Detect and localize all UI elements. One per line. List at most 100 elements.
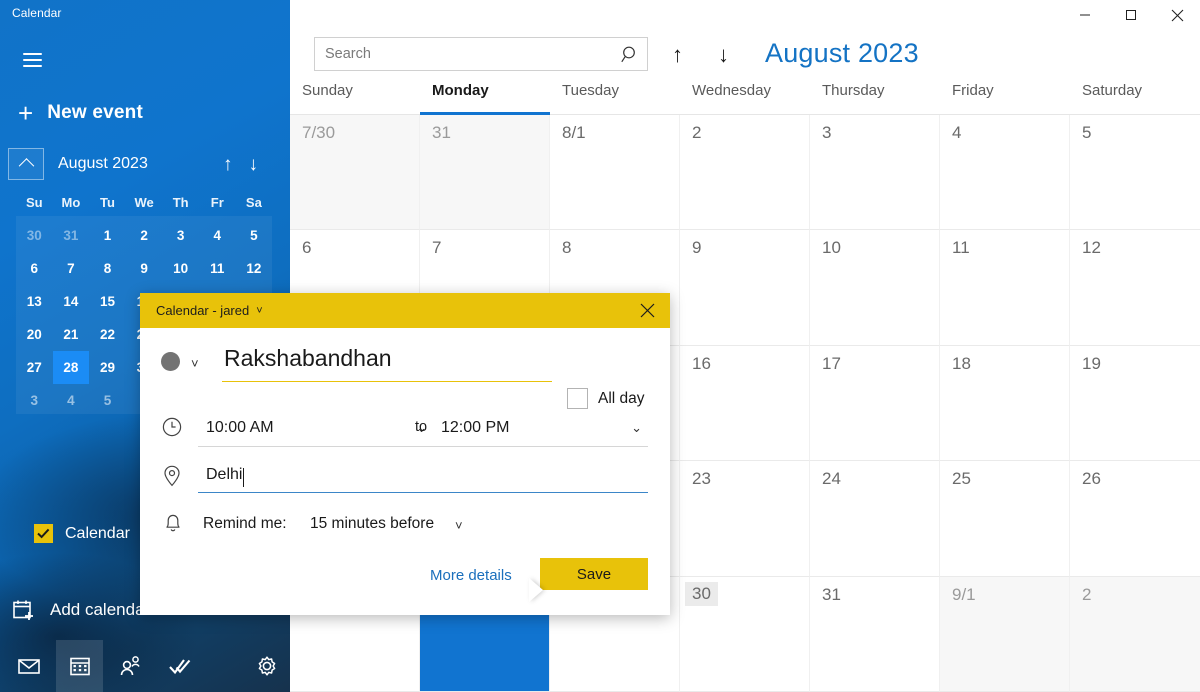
calendar-toolbar: ↑ ↓ August 2023 Today ••• bbox=[290, 30, 1200, 82]
day-header-monday[interactable]: Monday bbox=[420, 82, 550, 115]
day-cell[interactable]: 26 bbox=[1070, 461, 1200, 577]
day-cell[interactable]: 12 bbox=[1070, 230, 1200, 346]
day-cell[interactable]: 8/1 bbox=[550, 115, 680, 231]
next-period-button[interactable]: ↓ bbox=[718, 44, 729, 66]
day-cell[interactable]: 11 bbox=[940, 230, 1070, 346]
mini-cal-day[interactable]: 6 bbox=[16, 252, 53, 285]
day-cell[interactable]: 7/30 bbox=[290, 115, 420, 231]
add-calendars-button[interactable]: Add calendars bbox=[12, 598, 159, 622]
arrow-down-icon[interactable]: ↓ bbox=[249, 155, 259, 174]
mini-cal-day[interactable]: 3 bbox=[162, 219, 199, 252]
calendar-toggle[interactable]: Calendar bbox=[34, 524, 130, 543]
mini-cal-day[interactable]: 14 bbox=[53, 285, 90, 318]
day-cell[interactable]: 17 bbox=[810, 345, 940, 462]
day-header-friday[interactable]: Friday bbox=[940, 82, 1070, 114]
mini-cal-day[interactable]: 5 bbox=[89, 384, 126, 417]
mini-cal-day[interactable]: 10 bbox=[162, 252, 199, 285]
hamburger-icon[interactable] bbox=[12, 44, 52, 76]
day-number: 16 bbox=[692, 353, 711, 373]
search-box[interactable] bbox=[314, 37, 648, 71]
settings-gear-icon[interactable] bbox=[244, 640, 290, 692]
people-icon[interactable] bbox=[107, 640, 153, 692]
chevron-down-icon[interactable]: ˅ bbox=[455, 518, 463, 533]
day-cell[interactable]: 2 bbox=[1070, 576, 1200, 692]
day-header-sunday[interactable]: Sunday bbox=[290, 82, 420, 114]
mini-cal-day[interactable]: 29 bbox=[89, 351, 126, 384]
category-chevron-down-icon[interactable]: ˅ bbox=[191, 356, 199, 371]
mini-cal-day[interactable]: 30 bbox=[16, 219, 53, 252]
day-cell[interactable]: 2 bbox=[680, 115, 810, 231]
day-header-saturday[interactable]: Saturday bbox=[1070, 82, 1200, 114]
mini-cal-day[interactable]: 27 bbox=[16, 351, 53, 384]
search-input[interactable] bbox=[315, 38, 613, 70]
day-cell[interactable]: 4 bbox=[940, 115, 1070, 231]
mini-cal-day[interactable]: 9 bbox=[126, 252, 163, 285]
checkbox-checked-icon[interactable] bbox=[34, 524, 53, 543]
day-cell[interactable]: 25 bbox=[940, 461, 1070, 577]
search-icon[interactable] bbox=[613, 45, 647, 64]
mini-cal-day[interactable]: 3 bbox=[16, 384, 53, 417]
day-cell[interactable]: 9/1 bbox=[940, 576, 1070, 692]
mini-cal-day[interactable]: 28 bbox=[52, 351, 90, 384]
close-icon[interactable] bbox=[624, 293, 670, 328]
start-time-select[interactable]: 10:00 AM ⌄ bbox=[198, 409, 433, 447]
day-cell[interactable]: 30 bbox=[680, 576, 810, 692]
mini-cal-day[interactable]: 12 bbox=[236, 252, 273, 285]
day-header-wednesday[interactable]: Wednesday bbox=[680, 82, 810, 114]
day-cell[interactable]: 5 bbox=[1070, 115, 1200, 231]
mini-cal-day[interactable]: 22 bbox=[89, 318, 126, 351]
todo-icon[interactable] bbox=[157, 640, 203, 692]
mini-cal-day[interactable]: 7 bbox=[53, 252, 90, 285]
category-color-dot[interactable] bbox=[161, 352, 180, 371]
calendar-icon[interactable] bbox=[56, 640, 103, 692]
day-cell[interactable]: 24 bbox=[810, 461, 940, 577]
mini-cal-day[interactable]: 2 bbox=[126, 219, 163, 252]
clock-icon bbox=[161, 416, 183, 443]
day-cell[interactable]: 31 bbox=[810, 576, 940, 692]
day-cell[interactable]: 10 bbox=[810, 230, 940, 346]
mini-cal-day[interactable]: 5 bbox=[236, 219, 273, 252]
save-button[interactable]: Save bbox=[540, 558, 648, 590]
day-cell[interactable]: 9 bbox=[680, 230, 810, 346]
day-cell[interactable]: 16 bbox=[680, 345, 810, 462]
more-details-link[interactable]: More details bbox=[430, 567, 512, 584]
day-header-thursday[interactable]: Thursday bbox=[810, 82, 940, 114]
maximize-button[interactable] bbox=[1108, 0, 1154, 30]
day-number: 12 bbox=[1082, 238, 1101, 258]
end-time-select[interactable]: 12:00 PM ⌄ bbox=[433, 409, 648, 447]
mini-cal-day[interactable]: 11 bbox=[199, 252, 236, 285]
event-name-input[interactable] bbox=[222, 340, 552, 382]
mini-cal-day[interactable]: 15 bbox=[89, 285, 126, 318]
new-event-button[interactable]: + New event bbox=[10, 94, 151, 132]
mini-cal-day[interactable]: 21 bbox=[53, 318, 90, 351]
day-header-tuesday[interactable]: Tuesday bbox=[550, 82, 680, 114]
minimize-button[interactable] bbox=[1062, 0, 1108, 30]
prev-period-button[interactable]: ↑ bbox=[672, 44, 683, 66]
day-cell[interactable]: 3 bbox=[810, 115, 940, 231]
close-button[interactable] bbox=[1154, 0, 1200, 30]
reminder-value[interactable]: 15 minutes before bbox=[310, 515, 434, 533]
day-cell[interactable]: 19 bbox=[1070, 346, 1200, 462]
mail-icon[interactable] bbox=[6, 640, 52, 692]
chevron-down-icon[interactable]: ⌄ bbox=[631, 420, 648, 436]
event-quick-dialog: Calendar - jared ˅ ˅ All day bbox=[140, 293, 670, 615]
location-input[interactable] bbox=[198, 457, 648, 493]
mini-cal-day[interactable]: 31 bbox=[53, 219, 90, 252]
mini-calendar-month-label[interactable]: August 2023 bbox=[58, 155, 148, 173]
mini-cal-dow: Fr bbox=[210, 195, 224, 210]
mini-cal-dow: Su bbox=[25, 195, 43, 210]
mini-cal-day[interactable]: 20 bbox=[16, 318, 53, 351]
day-cell[interactable]: 31 bbox=[420, 115, 550, 231]
chevron-down-icon[interactable]: ˅ bbox=[256, 305, 262, 317]
calendar-app-window: Calendar + New event August 2023 ↑ ↓ Su M… bbox=[0, 0, 1200, 692]
arrow-up-icon[interactable]: ↑ bbox=[223, 155, 233, 174]
mini-cal-day[interactable]: 13 bbox=[16, 285, 53, 318]
day-number: 11 bbox=[952, 238, 970, 258]
mini-cal-day[interactable]: 4 bbox=[199, 219, 236, 252]
day-cell[interactable]: 23 bbox=[680, 461, 810, 577]
mini-cal-day[interactable]: 8 bbox=[89, 252, 126, 285]
mini-cal-day[interactable]: 4 bbox=[53, 384, 90, 417]
day-cell[interactable]: 18 bbox=[940, 345, 1070, 462]
chevron-up-icon[interactable] bbox=[8, 148, 44, 180]
mini-cal-day[interactable]: 1 bbox=[89, 219, 126, 252]
